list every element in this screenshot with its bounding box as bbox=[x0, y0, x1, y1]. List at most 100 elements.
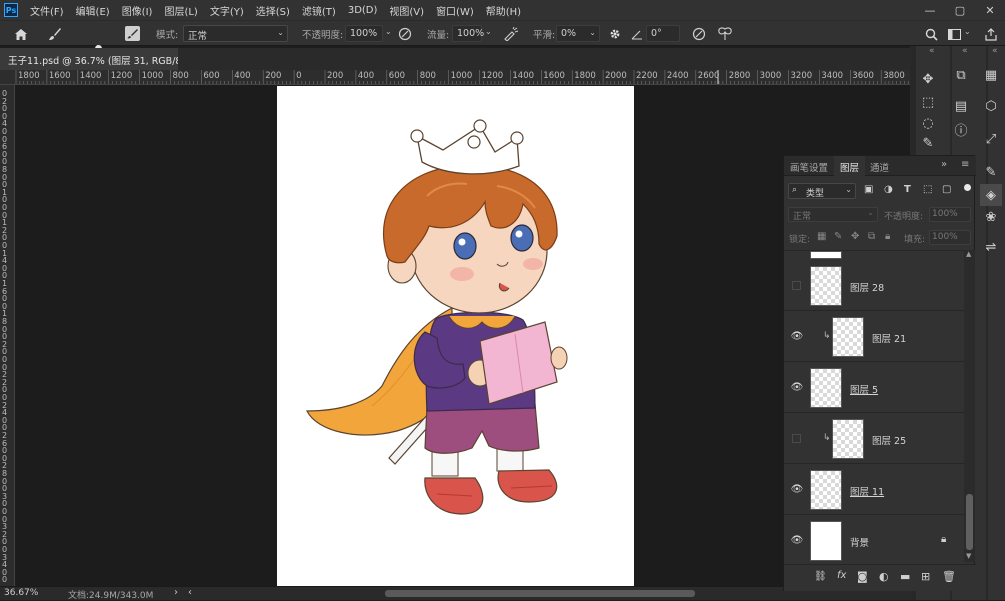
menu-window[interactable]: 窗口(W) bbox=[430, 3, 480, 18]
layer-row[interactable]: 👁︎ 背景 🔒︎ bbox=[784, 515, 964, 562]
layer-thumbnail[interactable] bbox=[832, 317, 864, 357]
layer-row[interactable]: 👁︎ 图层 5 bbox=[784, 362, 964, 413]
scroll-down-icon[interactable]: ▼ bbox=[966, 552, 971, 560]
layer-thumbnail[interactable] bbox=[832, 419, 864, 459]
add-mask-icon[interactable]: ◙ bbox=[857, 570, 868, 583]
tab-brush-settings[interactable]: 画笔设置 bbox=[784, 156, 834, 176]
menu-file[interactable]: 文件(F) bbox=[24, 3, 70, 18]
layers-panel-icon[interactable]: ◈ bbox=[980, 184, 1002, 206]
eye-icon[interactable]: 👁︎ bbox=[790, 534, 804, 546]
home-icon[interactable] bbox=[12, 25, 30, 43]
layer-opacity-input[interactable]: 100% bbox=[929, 207, 971, 222]
channels-icon[interactable]: ❀ bbox=[980, 206, 1002, 228]
menu-image[interactable]: 图像(I) bbox=[116, 3, 159, 18]
airbrush-icon[interactable] bbox=[502, 25, 520, 43]
layer-thumbnail[interactable] bbox=[810, 521, 842, 561]
mode-dropdown[interactable]: 正常 ⌄ bbox=[183, 25, 288, 42]
swatches-icon[interactable]: ▦ bbox=[980, 64, 1002, 86]
properties-icon[interactable]: ▤ bbox=[950, 95, 972, 117]
collapse-chevron-icon[interactable]: « bbox=[929, 46, 935, 56]
filter-type-icon[interactable]: T bbox=[904, 184, 911, 195]
brush-panel-icon[interactable]: ✎ bbox=[980, 161, 1002, 183]
brush-tool-icon[interactable] bbox=[46, 25, 64, 43]
menu-edit[interactable]: 编辑(E) bbox=[70, 3, 116, 18]
lock-all-icon[interactable]: 🔒︎ bbox=[885, 231, 890, 242]
collapse-panel-icon[interactable]: » bbox=[941, 159, 947, 170]
brush-settings-icon[interactable] bbox=[125, 26, 140, 41]
scroll-left-arrow[interactable]: ‹ bbox=[188, 587, 192, 598]
new-group-icon[interactable]: ▬ bbox=[900, 570, 910, 583]
history-icon[interactable]: ⧉ bbox=[950, 64, 972, 86]
pressure-opacity-icon[interactable] bbox=[396, 25, 414, 43]
collapse-chevron-icon[interactable]: « bbox=[962, 46, 968, 56]
share-icon[interactable] bbox=[982, 25, 1000, 43]
menu-filter[interactable]: 滤镜(T) bbox=[296, 3, 342, 18]
collapse-chevron-icon[interactable]: « bbox=[992, 46, 998, 56]
info-icon[interactable]: ⓘ bbox=[950, 118, 972, 140]
menu-select[interactable]: 选择(S) bbox=[250, 3, 296, 18]
visibility-toggle[interactable] bbox=[792, 281, 801, 290]
document-tab[interactable]: 王子11.psd @ 36.7% (图层 31, RGB/8) * ✕ bbox=[0, 48, 210, 70]
layers-scrollbar[interactable]: ▲ ▼ bbox=[964, 250, 975, 562]
search-icon[interactable] bbox=[922, 25, 940, 43]
chevron-down-icon[interactable]: ⌄ bbox=[385, 27, 392, 36]
3d-icon[interactable]: ⬡ bbox=[980, 95, 1002, 117]
layer-row[interactable]: 图层 28 bbox=[784, 260, 964, 311]
layer-row[interactable]: 👁︎ ↳ 图层 21 bbox=[784, 311, 964, 362]
quick-select-icon[interactable]: ✎ bbox=[917, 132, 939, 154]
filter-toggle-icon[interactable] bbox=[964, 184, 971, 191]
layer-name[interactable]: 图层 25 bbox=[872, 433, 906, 447]
layer-filter-dropdown[interactable]: ⌕ 类型 ⌄ bbox=[788, 183, 856, 199]
adjustment-layer-icon[interactable]: ◐ bbox=[879, 570, 889, 583]
layer-thumbnail[interactable] bbox=[810, 266, 842, 306]
blend-mode-dropdown[interactable]: 正常 ⌄ bbox=[788, 207, 878, 222]
visibility-toggle[interactable] bbox=[792, 434, 801, 443]
panel-menu-icon[interactable]: ≡ bbox=[961, 159, 969, 170]
link-layers-icon[interactable]: ⛓︎ bbox=[814, 571, 827, 582]
eye-icon[interactable]: 👁︎ bbox=[790, 330, 804, 342]
symmetry-icon[interactable] bbox=[716, 25, 734, 43]
tab-channels[interactable]: 通道 bbox=[864, 156, 895, 176]
layer-name[interactable]: 图层 21 bbox=[872, 331, 906, 345]
layer-thumbnail[interactable] bbox=[810, 470, 842, 510]
marquee-tool-icon[interactable]: ⬚ bbox=[917, 91, 939, 113]
filter-pixel-icon[interactable]: ▣ bbox=[864, 184, 873, 195]
horizontal-scrollbar[interactable] bbox=[385, 590, 695, 597]
tab-layers[interactable]: 图层 bbox=[834, 156, 866, 176]
layers-scroll-thumb[interactable] bbox=[966, 494, 973, 550]
menu-3d[interactable]: 3D(D) bbox=[342, 5, 384, 16]
chevron-down-icon[interactable]: ⌄ bbox=[964, 27, 971, 36]
menu-type[interactable]: 文字(Y) bbox=[204, 3, 250, 18]
document-canvas[interactable] bbox=[277, 86, 634, 586]
eye-icon[interactable]: 👁︎ bbox=[790, 381, 804, 393]
lock-artboard-icon[interactable]: ⧉ bbox=[868, 231, 875, 242]
filter-adjustment-icon[interactable]: ◑ bbox=[884, 184, 893, 195]
new-layer-icon[interactable]: ⊞ bbox=[921, 570, 930, 583]
fx-icon[interactable]: fx bbox=[837, 570, 846, 581]
maximize-icon[interactable]: ▢ bbox=[945, 0, 975, 20]
menu-view[interactable]: 视图(V) bbox=[383, 3, 430, 18]
lock-pixels-icon[interactable]: ✎ bbox=[834, 231, 842, 242]
filter-shape-icon[interactable]: ⬚ bbox=[923, 184, 932, 195]
lasso-tool-icon[interactable]: ◌ bbox=[917, 112, 939, 134]
scroll-up-icon[interactable]: ▲ bbox=[966, 250, 971, 258]
zoom-level[interactable]: 36.67% bbox=[4, 588, 38, 598]
layer-name[interactable]: 图层 5 bbox=[850, 382, 878, 396]
move-tool-icon[interactable]: ✥ bbox=[917, 68, 939, 90]
status-menu-arrow[interactable]: › bbox=[174, 587, 178, 598]
smoothing-input[interactable]: 0% ⌄ bbox=[556, 25, 600, 42]
close-icon[interactable]: ✕ bbox=[975, 0, 1005, 20]
gear-icon[interactable] bbox=[606, 25, 624, 43]
layer-row[interactable]: 👁︎ 图层 11 bbox=[784, 464, 964, 515]
lock-transparent-icon[interactable]: ▦ bbox=[817, 231, 826, 242]
minimize-icon[interactable]: — bbox=[915, 0, 945, 20]
angle-input[interactable]: 0° bbox=[646, 25, 680, 42]
workspace-icon[interactable] bbox=[945, 25, 963, 43]
delete-layer-icon[interactable]: 🗑︎ bbox=[942, 570, 956, 583]
layer-name[interactable]: 图层 28 bbox=[850, 280, 884, 294]
pressure-size-icon[interactable] bbox=[690, 25, 708, 43]
flow-input[interactable]: 100% bbox=[452, 25, 484, 42]
eye-icon[interactable]: 👁︎ bbox=[790, 483, 804, 495]
filter-smart-object-icon[interactable]: ▢ bbox=[942, 184, 951, 195]
paths-icon[interactable]: ⤢ bbox=[980, 128, 1002, 150]
